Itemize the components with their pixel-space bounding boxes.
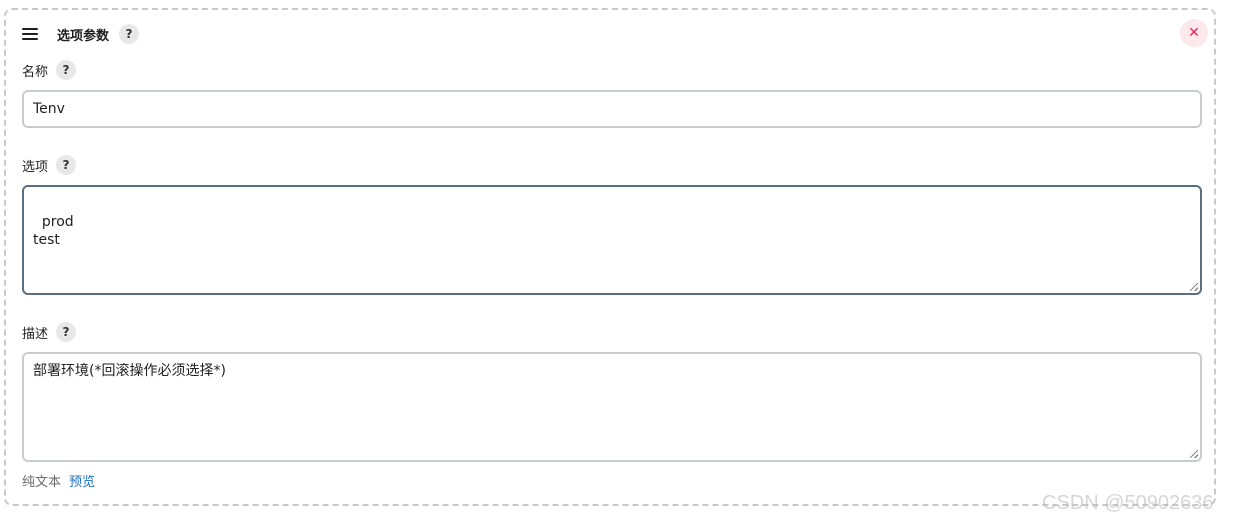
resize-grip-icon[interactable] [1190,450,1198,458]
help-icon[interactable]: ? [56,155,77,175]
card-header: 选项参数 ? [22,22,140,46]
choices-value: prod test [33,214,74,248]
plain-text-label: 纯文本 [22,475,62,490]
choices-label: 选项 ? [22,155,77,175]
close-button[interactable]: ✕ [1180,19,1208,47]
name-label-text: 名称 [22,64,49,80]
help-icon[interactable]: ? [56,322,77,342]
resize-grip-icon[interactable] [1190,283,1198,291]
preview-link[interactable]: 预览 [69,471,95,490]
help-icon[interactable]: ? [119,24,140,44]
drag-handle-icon[interactable] [22,28,38,40]
description-textarea[interactable]: 部署环境(*回滚操作必须选择*) [22,352,1202,462]
help-icon[interactable]: ? [56,60,77,80]
choices-label-text: 选项 [22,159,49,175]
watermark: CSDN @50902636 [1042,492,1214,514]
name-label: 名称 ? [22,60,77,80]
format-switch: 纯文本 预览 [22,471,95,490]
name-input[interactable]: Tenv [22,90,1202,128]
description-label-text: 描述 [22,326,49,342]
description-label: 描述 ? [22,322,77,342]
description-value: 部署环境(*回滚操作必须选择*) [33,363,226,379]
choices-textarea[interactable]: prod test [22,185,1202,295]
card-title: 选项参数 [57,28,110,44]
